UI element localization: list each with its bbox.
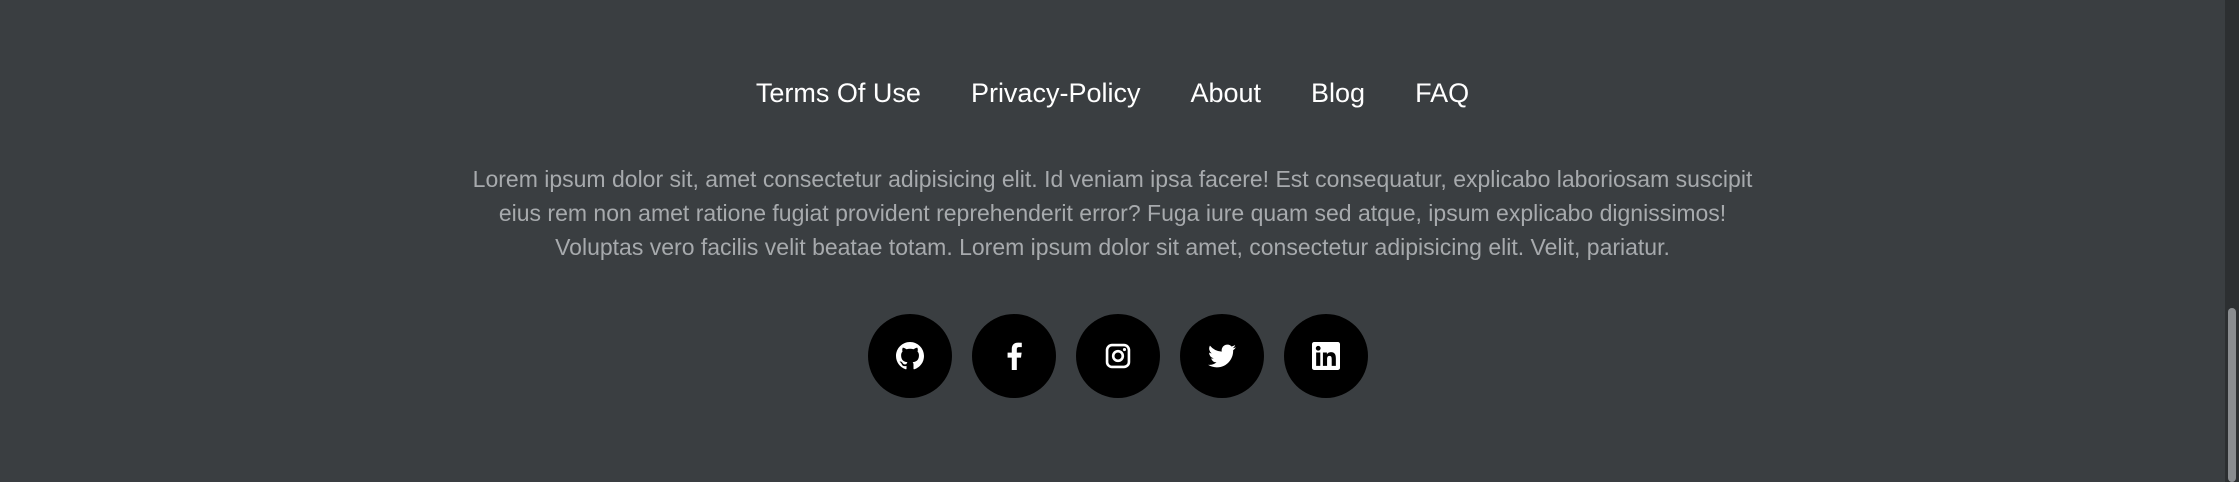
footer-nav: Terms Of Use Privacy-Policy About Blog F… bbox=[0, 72, 2225, 114]
about-link[interactable]: About bbox=[1190, 72, 1261, 114]
social-links bbox=[0, 314, 2225, 398]
privacy-policy-link[interactable]: Privacy-Policy bbox=[971, 72, 1141, 114]
faq-link[interactable]: FAQ bbox=[1415, 72, 1469, 114]
instagram-icon bbox=[1105, 343, 1130, 369]
twitter-icon bbox=[1207, 344, 1236, 368]
page-scrollbar[interactable] bbox=[2225, 0, 2239, 482]
description-line: eius rem non amet ratione fugiat provide… bbox=[498, 200, 1727, 226]
description-line: Lorem ipsum dolor sit, amet consectetur … bbox=[472, 166, 1753, 192]
footer-description: Lorem ipsum dolor sit, amet consectetur … bbox=[0, 162, 2225, 264]
scrollbar-thumb[interactable] bbox=[2228, 308, 2236, 482]
twitter-button[interactable] bbox=[1179, 314, 1264, 398]
linkedin-button[interactable] bbox=[1283, 314, 1368, 398]
facebook-button[interactable] bbox=[971, 314, 1056, 398]
footer: Terms Of Use Privacy-Policy About Blog F… bbox=[0, 0, 2225, 482]
github-button[interactable] bbox=[867, 314, 952, 398]
instagram-button[interactable] bbox=[1075, 314, 1160, 398]
github-icon bbox=[895, 342, 924, 370]
facebook-icon bbox=[1007, 342, 1022, 370]
terms-of-use-link[interactable]: Terms Of Use bbox=[756, 72, 921, 114]
description-line: Voluptas vero facilis velit beatae totam… bbox=[555, 234, 1670, 260]
blog-link[interactable]: Blog bbox=[1311, 72, 1365, 114]
linkedin-icon bbox=[1311, 342, 1340, 370]
